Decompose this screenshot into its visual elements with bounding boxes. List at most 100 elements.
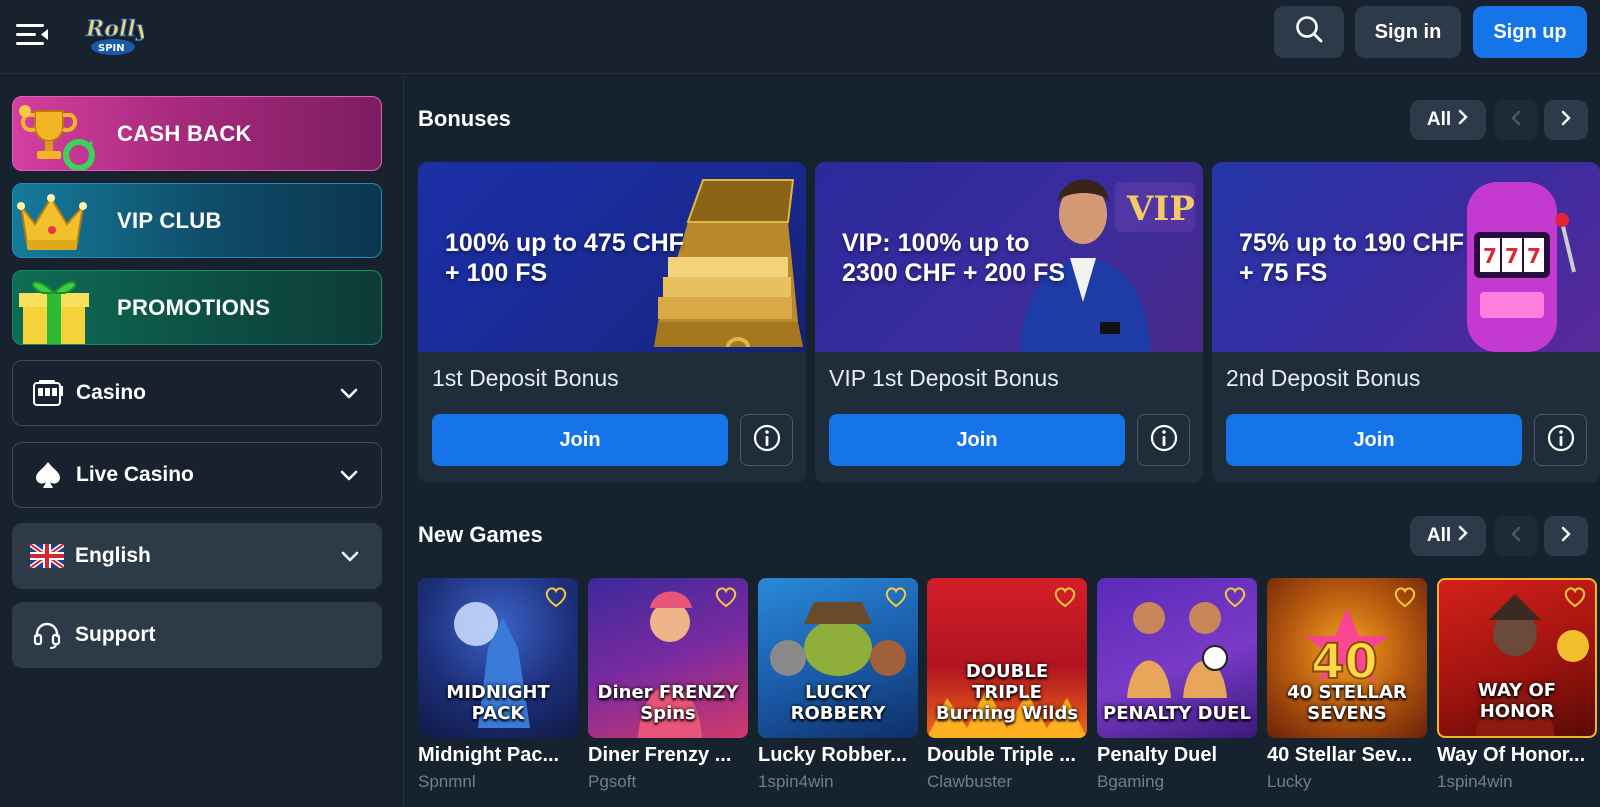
bonuses-prev-button[interactable] (1494, 100, 1538, 140)
join-button[interactable]: Join (1226, 414, 1522, 466)
join-button[interactable]: Join (829, 414, 1125, 466)
bonus-card: VIP VIP: 100% up to 2300 CHF + 200 FS VI… (815, 162, 1203, 483)
chevron-right-icon (1457, 109, 1469, 131)
chevron-right-icon (1457, 525, 1469, 547)
sidebar-item-casino[interactable]: Casino (12, 360, 382, 426)
game-logo: LUCKY ROBBERY (790, 682, 886, 724)
slot-machine-icon (31, 376, 65, 410)
menu-toggle-icon[interactable] (14, 18, 50, 50)
sidebar: CASH BACK VIP CLUB PROMOTIONS Casino Liv… (0, 74, 404, 807)
game-title[interactable]: Double Triple ... (927, 744, 1089, 767)
favorite-heart-icon[interactable] (1053, 586, 1077, 608)
game-provider: 1spin4win (1437, 772, 1513, 791)
chevron-left-icon (1510, 110, 1522, 131)
sidebar-promo-promotions[interactable]: PROMOTIONS (12, 270, 382, 345)
game-logo: MIDNIGHT PACK (446, 682, 550, 724)
search-button[interactable] (1274, 6, 1344, 58)
uk-flag-icon (30, 539, 64, 573)
sidebar-promo-cashback[interactable]: CASH BACK (12, 96, 382, 171)
game-provider: Pgsoft (588, 772, 637, 791)
favorite-heart-icon[interactable] (884, 586, 908, 608)
game-logo: WAY OF HONOR (1477, 680, 1557, 722)
gift-icon (13, 271, 108, 344)
promotions-label: PROMOTIONS (117, 294, 271, 320)
bonus-headline: 75% up to 190 CHF + 75 FS (1239, 229, 1465, 287)
game-title[interactable]: Way Of Honor... (1437, 744, 1599, 767)
game-logo: 40 STELLAR SEVENS (1287, 682, 1407, 724)
chevron-right-icon (1560, 110, 1572, 131)
bonus-headline: 100% up to 475 CHF + 100 FS (445, 229, 684, 287)
favorite-heart-icon[interactable] (1393, 586, 1417, 608)
spade-icon (31, 458, 65, 492)
headset-icon (30, 618, 64, 652)
bonus-banner[interactable]: VIP VIP: 100% up to 2300 CHF + 200 FS (815, 162, 1203, 352)
rolly-spin-logo[interactable]: Rolly SPIN (82, 8, 151, 60)
sidebar-item-support[interactable]: Support (12, 602, 382, 668)
bonus-name: VIP 1st Deposit Bonus (829, 365, 1059, 391)
crown-icon (13, 184, 108, 257)
bonus-card: 7 7 7 75% up to 190 CHF + 75 FS 2nd Depo… (1212, 162, 1600, 483)
new-games-prev-button[interactable] (1494, 516, 1538, 556)
sign-up-button[interactable]: Sign up (1473, 6, 1587, 58)
trophy-coin-icon (13, 97, 108, 170)
favorite-heart-icon[interactable] (544, 586, 568, 608)
game-provider: Clawbuster (927, 772, 1013, 791)
live-casino-label: Live Casino (76, 463, 194, 486)
bonus-card: 100% up to 475 CHF + 100 FS 1st Deposit … (418, 162, 806, 483)
game-title[interactable]: Penalty Duel (1097, 744, 1259, 767)
info-button[interactable] (1137, 414, 1190, 466)
bonus-name: 1st Deposit Bonus (432, 365, 619, 391)
game-title[interactable]: Lucky Robber... (758, 744, 920, 767)
bonuses-all-button[interactable]: All (1410, 100, 1486, 140)
game-logo: Diner FRENZY Spins (597, 682, 739, 724)
all-label: All (1426, 525, 1452, 546)
game-title[interactable]: Midnight Pac... (418, 744, 580, 767)
new-games-next-button[interactable] (1544, 516, 1588, 556)
info-icon (1546, 423, 1576, 458)
game-logo: PENALTY DUEL (1103, 703, 1251, 724)
info-icon (752, 423, 782, 458)
new-games-title: New Games (418, 522, 543, 547)
support-label: Support (75, 623, 156, 646)
language-selector[interactable]: English (12, 523, 382, 589)
slot-machine-icon: 7 7 7 (1467, 182, 1576, 352)
svg-text:7: 7 (1527, 244, 1541, 268)
sidebar-item-live-casino[interactable]: Live Casino (12, 442, 382, 508)
bonuses-title: Bonuses (418, 106, 511, 131)
svg-text:SPIN: SPIN (98, 43, 125, 54)
chevron-down-icon (339, 383, 359, 403)
game-title[interactable]: Diner Frenzy ... (588, 744, 750, 767)
language-label: English (75, 544, 151, 567)
game-provider: Lucky (1267, 772, 1312, 791)
vip-club-label: VIP CLUB (117, 207, 222, 233)
sign-in-button[interactable]: Sign in (1355, 6, 1461, 58)
chevron-left-icon (1510, 526, 1522, 547)
info-button[interactable] (1534, 414, 1587, 466)
bonus-banner[interactable]: 100% up to 475 CHF + 100 FS (418, 162, 806, 352)
top-header: Rolly SPIN Sign in Sign up (0, 0, 1600, 74)
chevron-down-icon (339, 465, 359, 485)
all-label: All (1426, 109, 1452, 130)
search-icon (1294, 14, 1324, 50)
bonus-banner[interactable]: 7 7 7 75% up to 190 CHF + 75 FS (1212, 162, 1600, 352)
chevron-right-icon (1560, 526, 1572, 547)
game-provider: 1spin4win (758, 772, 834, 791)
cashback-label: CASH BACK (117, 120, 252, 146)
bonus-headline: VIP: 100% up to 2300 CHF + 200 FS (842, 229, 1066, 287)
game-title[interactable]: 40 Stellar Sev... (1267, 744, 1429, 767)
join-button[interactable]: Join (432, 414, 728, 466)
info-button[interactable] (740, 414, 793, 466)
svg-text:Rolly: Rolly (85, 16, 144, 42)
game-provider: Spnmnl (418, 772, 476, 791)
favorite-heart-icon[interactable] (714, 586, 738, 608)
svg-text:7: 7 (1483, 244, 1497, 268)
new-games-all-button[interactable]: All (1410, 516, 1486, 556)
favorite-heart-icon[interactable] (1563, 586, 1587, 608)
bonuses-next-button[interactable] (1544, 100, 1588, 140)
favorite-heart-icon[interactable] (1223, 586, 1247, 608)
casino-label: Casino (76, 381, 147, 404)
sidebar-promo-vip-club[interactable]: VIP CLUB (12, 183, 382, 258)
svg-text:7: 7 (1505, 244, 1519, 268)
chevron-down-icon (340, 546, 360, 566)
bonus-name: 2nd Deposit Bonus (1226, 365, 1421, 391)
